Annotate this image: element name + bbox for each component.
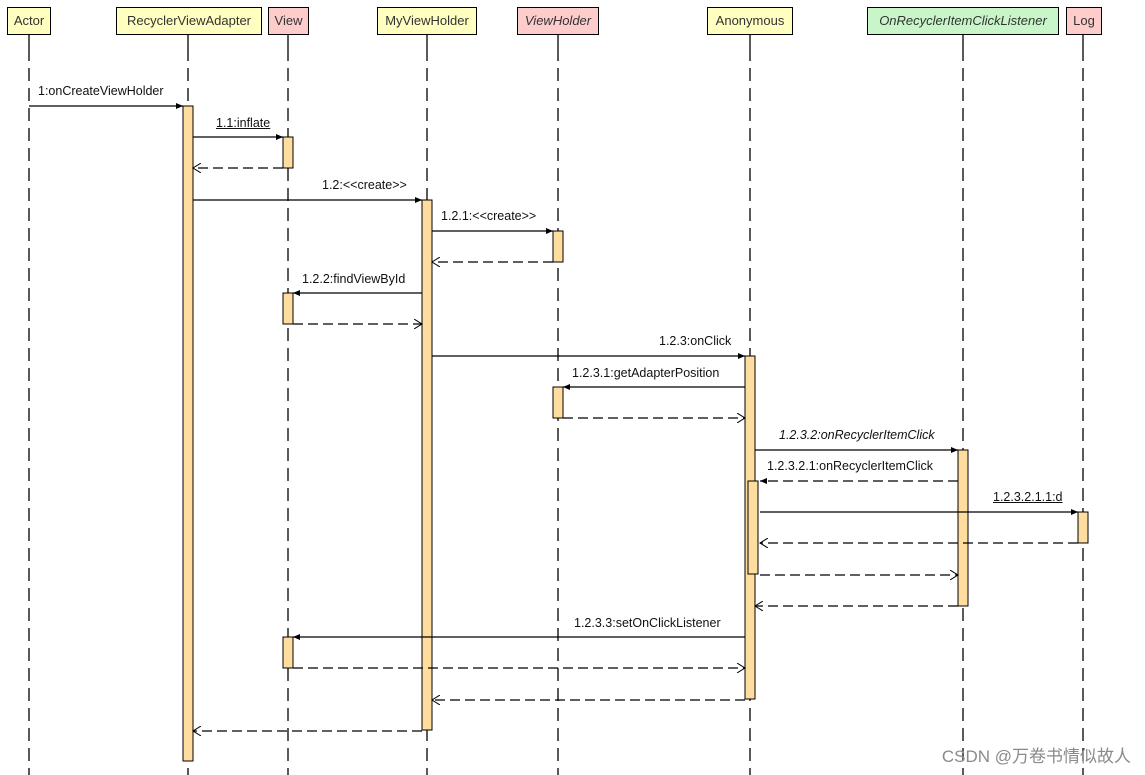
message-label-create-viewholder: 1.2.1:<<create>> [441, 209, 537, 223]
activation-bar-log [1077, 511, 1089, 544]
sequence-diagram [28, 35, 1089, 775]
participant-actor: Actor [7, 7, 51, 35]
message-label-onclick: 1.2.3:onClick [659, 334, 732, 348]
participant-view: View [268, 7, 309, 35]
message-label-setonclicklistener: 1.2.3.3:setOnClickListener [574, 616, 721, 630]
activation-bar-anonymous [747, 480, 759, 575]
activation-bar-listener [957, 449, 969, 607]
activation-bar-myviewholder [421, 199, 433, 731]
message-label-oncreateviewholder: 1:onCreateViewHolder [38, 84, 164, 98]
activation-bar-adapter [182, 105, 194, 762]
participant-onrecycleritemclicklistener: OnRecyclerItemClickListener [867, 7, 1059, 35]
message-label-getadapterposition: 1.2.3.1:getAdapterPosition [572, 366, 720, 380]
watermark: CSDN @万卷书情似故人 [941, 747, 1131, 766]
activation-bar-viewholder [552, 386, 564, 419]
participant-recyclerviewadapter: RecyclerViewAdapter [116, 7, 262, 35]
participant-log: Log [1066, 7, 1102, 35]
activation-bar-view [282, 292, 294, 325]
message-label-create-myviewholder: 1.2:<<create>> [322, 178, 407, 192]
activation-bar-view [282, 136, 294, 169]
participant-anonymous: Anonymous [707, 7, 793, 35]
message-label-onrecycleritemclick-callback: 1.2.3.2.1:onRecyclerItemClick [767, 459, 934, 473]
activation-bar-viewholder [552, 230, 564, 263]
participant-viewholder: ViewHolder [517, 7, 599, 35]
participant-myviewholder: MyViewHolder [377, 7, 477, 35]
message-label-inflate: 1.1:inflate [216, 116, 271, 130]
activation-bar-view [282, 636, 294, 669]
message-label-findviewbyid: 1.2.2:findViewById [302, 272, 406, 286]
message-label-onrecycleritemclick: 1.2.3.2:onRecyclerItemClick [779, 428, 935, 442]
message-label-log-d: 1.2.3.2.1.1:d [993, 490, 1063, 504]
